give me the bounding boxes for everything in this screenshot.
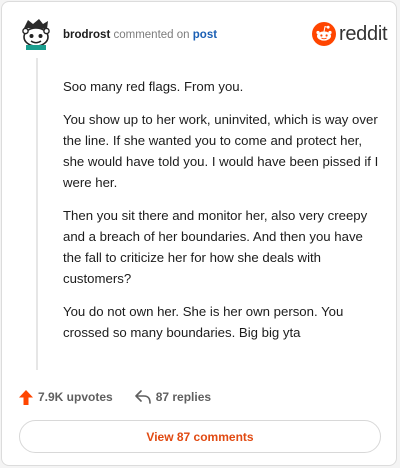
comment-paragraph: You do not own her. She is her own perso… bbox=[63, 304, 344, 340]
user-avatar-icon[interactable] bbox=[19, 16, 53, 50]
post-link[interactable]: post bbox=[193, 29, 217, 41]
reddit-snoo-icon bbox=[312, 22, 336, 46]
reply-count: 87 replies bbox=[155, 390, 212, 404]
logo-wordmark: reddit bbox=[339, 23, 388, 45]
reply-arrow-icon bbox=[134, 390, 151, 404]
upvote-arrow-icon bbox=[19, 389, 33, 405]
upvote-count: 7.9K upvotes bbox=[38, 390, 113, 404]
comment-footer: 7.9K upvotes 87 replies bbox=[19, 387, 211, 407]
action-text: commented on bbox=[113, 29, 190, 41]
replies-button[interactable]: 87 replies bbox=[134, 390, 212, 404]
upvote-button[interactable]: 7.9K upvotes bbox=[19, 389, 113, 405]
reddit-logo[interactable]: reddit bbox=[312, 21, 388, 47]
thread-line bbox=[36, 58, 38, 370]
comment-paragraph: Then you sit there and monitor her, also… bbox=[63, 208, 368, 286]
comment-card: brodrost commented on post reddit Soo ma… bbox=[1, 1, 397, 466]
comment-body: Soo many red flags. From you. You show u… bbox=[63, 76, 381, 355]
comment-paragraph: Soo many red flags. From you. bbox=[63, 79, 244, 94]
comment-paragraph: You show up to her work, uninvited, whic… bbox=[63, 112, 379, 190]
username-link[interactable]: brodrost bbox=[63, 29, 110, 41]
comment-header: brodrost commented on post bbox=[63, 28, 217, 42]
view-comments-button[interactable]: View 87 comments bbox=[19, 420, 381, 453]
